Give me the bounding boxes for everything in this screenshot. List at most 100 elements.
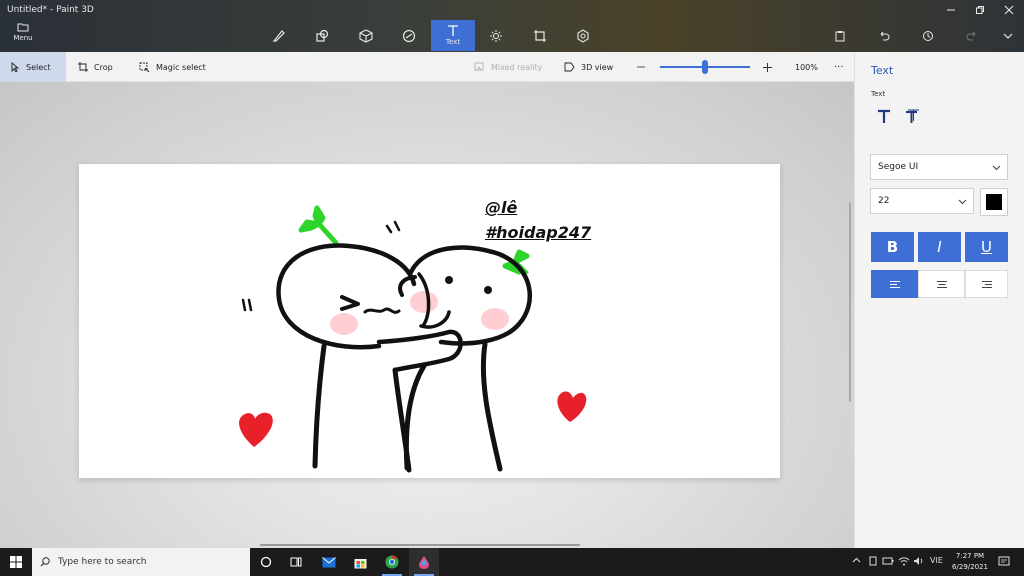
tool-effects[interactable] xyxy=(474,20,518,51)
canvas-text-line-1[interactable]: @lê xyxy=(485,198,517,217)
search-icon xyxy=(40,557,50,567)
mouth-left xyxy=(363,307,401,314)
tool-3d-library[interactable] xyxy=(561,20,605,51)
underline-button[interactable]: U xyxy=(965,232,1008,262)
tray-device-icon[interactable] xyxy=(868,556,878,568)
horizontal-scrollbar[interactable] xyxy=(260,544,580,546)
tray-wifi-icon[interactable] xyxy=(898,556,910,568)
store-app[interactable] xyxy=(345,548,375,576)
tool-2d-shapes[interactable] xyxy=(300,20,344,51)
history-button[interactable] xyxy=(918,26,938,46)
close-button[interactable] xyxy=(994,0,1024,20)
tool-brushes[interactable] xyxy=(257,20,301,51)
store-icon xyxy=(354,558,366,568)
align-left-button[interactable] xyxy=(871,270,918,298)
minimize-button[interactable] xyxy=(936,0,966,20)
tool-3d-shapes[interactable] xyxy=(344,20,388,51)
3d-view-icon xyxy=(564,62,575,72)
chrome-app[interactable] xyxy=(377,548,407,576)
mixed-reality-button[interactable]: Mixed reality xyxy=(474,52,542,82)
paste-icon xyxy=(835,31,845,42)
folder-icon xyxy=(17,23,29,32)
vertical-scrollbar[interactable] xyxy=(849,202,851,402)
crop-label: Crop xyxy=(94,62,113,72)
align-right-button[interactable] xyxy=(965,270,1008,298)
tray-volume-icon[interactable] xyxy=(913,556,925,568)
italic-button[interactable]: I xyxy=(918,232,961,262)
text-color-picker[interactable] xyxy=(980,188,1008,216)
eye-right-1 xyxy=(445,276,453,284)
expand-ribbon-button[interactable] xyxy=(998,26,1018,46)
font-family-value: Segoe UI xyxy=(878,162,919,172)
magic-select-label: Magic select xyxy=(156,62,206,72)
select-button[interactable]: Select xyxy=(0,52,66,82)
plus-icon xyxy=(763,62,772,72)
3d-text-button[interactable] xyxy=(901,106,923,128)
undo-button[interactable] xyxy=(874,26,894,46)
crop-button[interactable]: Crop xyxy=(78,52,113,82)
body-right-front xyxy=(480,341,503,472)
clock-time: 7:27 PM xyxy=(955,552,985,560)
magic-select-button[interactable]: Magic select xyxy=(139,52,206,82)
text-panel: Text Text xyxy=(854,52,1024,548)
chevron-down-icon xyxy=(958,199,967,205)
font-size-dropdown[interactable]: 22 xyxy=(870,188,974,214)
3d-view-button[interactable]: 3D view xyxy=(564,52,613,82)
motion-mark-left xyxy=(241,298,253,312)
drawing-canvas[interactable]: @lê #hoidap247 xyxy=(79,164,780,478)
mail-icon xyxy=(322,556,336,567)
chrome-icon xyxy=(385,555,399,569)
windows-logo-icon xyxy=(10,556,22,568)
align-center-button[interactable] xyxy=(918,270,965,298)
redo-icon xyxy=(966,31,976,41)
text-tool-icon xyxy=(448,25,458,36)
chevron-up-icon xyxy=(852,557,861,563)
taskbar-search[interactable]: Type here to search xyxy=(32,548,250,576)
heart-left xyxy=(239,412,273,447)
cube-icon xyxy=(359,28,373,43)
zoom-level[interactable]: 100% xyxy=(795,52,818,82)
zoom-slider-thumb[interactable] xyxy=(702,60,708,74)
restore-icon xyxy=(976,6,984,14)
tray-battery-icon[interactable] xyxy=(882,556,894,568)
sun-icon xyxy=(490,29,502,42)
text-color-swatch xyxy=(986,194,1002,210)
2d-text-button[interactable] xyxy=(873,106,895,128)
redo-button[interactable] xyxy=(962,26,982,46)
bold-button[interactable]: B xyxy=(871,232,914,262)
blush-3 xyxy=(481,308,509,330)
tray-language[interactable]: VIE xyxy=(930,556,943,565)
paint-3d-icon xyxy=(419,556,429,569)
mail-app[interactable] xyxy=(314,548,344,576)
tray-overflow-button[interactable] xyxy=(852,556,861,567)
2d-text-icon xyxy=(878,109,890,123)
task-view-button[interactable] xyxy=(281,548,311,576)
font-family-dropdown[interactable]: Segoe UI xyxy=(870,154,1008,180)
more-options-button[interactable]: ··· xyxy=(834,52,844,82)
zoom-out-button[interactable] xyxy=(636,52,646,82)
minus-icon xyxy=(637,66,645,68)
cortana-button[interactable] xyxy=(251,548,281,576)
brush-icon xyxy=(272,29,285,42)
notifications-button[interactable] xyxy=(998,556,1010,569)
taskbar: Type here to search VIE 7:27 PM 6/29/202… xyxy=(0,548,1024,576)
restore-button[interactable] xyxy=(965,0,995,20)
eye-right-2 xyxy=(484,286,492,294)
menu-button[interactable]: Menu xyxy=(8,22,38,48)
window-title: Untitled* - Paint 3D xyxy=(7,5,94,15)
start-button[interactable] xyxy=(0,548,32,576)
notification-icon xyxy=(998,556,1010,566)
body-left-back xyxy=(312,343,327,469)
chevron-down-icon xyxy=(992,165,1001,171)
tool-stickers[interactable] xyxy=(387,20,431,51)
3d-text-icon xyxy=(906,109,919,123)
tool-canvas[interactable] xyxy=(518,20,562,51)
paint-3d-app[interactable] xyxy=(409,548,439,576)
3d-view-label: 3D view xyxy=(581,62,614,72)
paste-button[interactable] xyxy=(830,26,850,46)
canvas-text-line-2[interactable]: #hoidap247 xyxy=(485,223,591,242)
tool-text[interactable]: Text xyxy=(431,20,475,51)
magic-select-icon xyxy=(139,62,150,72)
taskbar-clock[interactable]: 7:27 PM 6/29/2021 xyxy=(948,551,992,573)
zoom-in-button[interactable] xyxy=(762,52,773,82)
